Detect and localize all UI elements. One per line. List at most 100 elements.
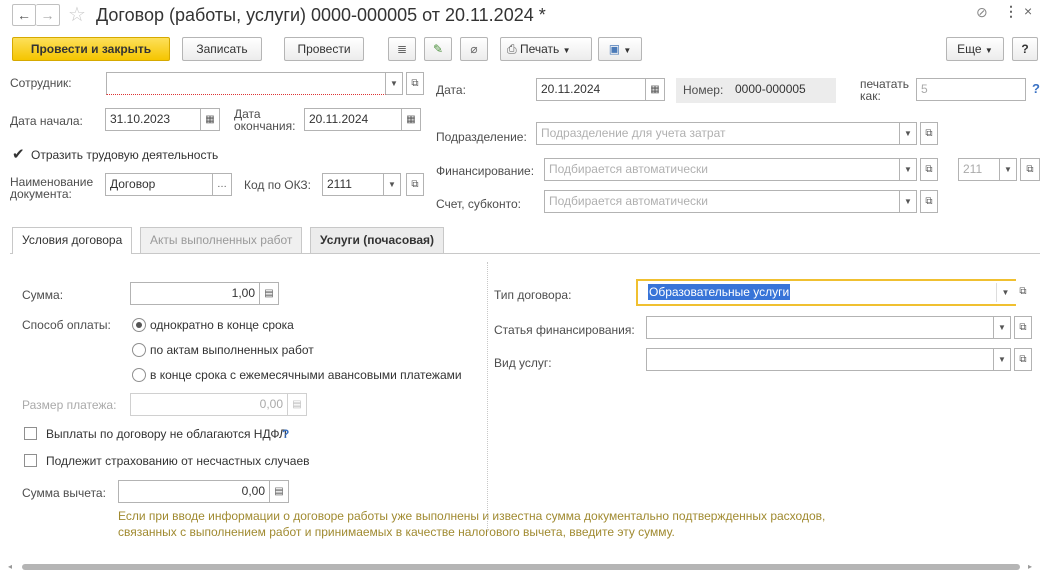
scroll-left-icon[interactable]: ◂ — [8, 562, 12, 571]
deduction-label: Сумма вычета: — [22, 486, 106, 500]
department-open-icon[interactable]: ⧉ — [920, 122, 938, 145]
post-and-close-button[interactable]: Провести и закрыть — [12, 37, 170, 61]
number-field[interactable]: 0000-000005 — [730, 78, 834, 101]
calculator-icon[interactable]: ▤ — [260, 282, 279, 305]
help-icon[interactable]: ? — [282, 427, 289, 441]
okz-label: Код по ОКЗ: — [244, 178, 312, 192]
close-icon[interactable]: × — [1024, 3, 1032, 19]
print-label: Печать — [519, 42, 560, 56]
insurance-label: Подлежит страхованию от несчастных случа… — [46, 454, 310, 468]
doc-name-select-icon[interactable]: … — [213, 173, 232, 196]
start-date-field[interactable]: 31.10.2023 — [105, 108, 201, 131]
funding-code-field[interactable]: 211 — [958, 158, 1000, 181]
insurance-checkbox[interactable] — [24, 454, 37, 467]
calendar-icon[interactable]: ▦ — [402, 108, 421, 131]
pay-option-acts-label: по актам выполненных работ — [150, 343, 314, 357]
doc-name-field[interactable]: Договор — [105, 173, 213, 196]
edit-icon[interactable]: ✎ — [424, 37, 452, 61]
tab-hourly-services[interactable]: Услуги (почасовая) — [310, 227, 445, 253]
end-date-field[interactable]: 20.11.2024 — [304, 108, 402, 131]
post-button[interactable]: Провести — [284, 37, 364, 61]
star-icon[interactable]: ☆ — [68, 2, 86, 27]
service-type-dropdown-icon[interactable]: ▼ — [994, 348, 1011, 371]
okz-dropdown-icon[interactable]: ▼ — [384, 173, 401, 196]
payment-size-label: Размер платежа: — [22, 398, 117, 412]
document-icon[interactable]: ≣ — [388, 37, 416, 61]
department-field[interactable]: Подразделение для учета затрат — [536, 122, 900, 145]
department-dropdown-icon[interactable]: ▼ — [900, 122, 917, 145]
tab-acts[interactable]: Акты выполненных работ — [140, 227, 303, 253]
funding-placeholder: Подбирается автоматически — [549, 162, 708, 176]
department-placeholder: Подразделение для учета затрат — [541, 126, 726, 140]
date-field[interactable]: 20.11.2024 — [536, 78, 646, 101]
calculator-icon[interactable]: ▤ — [288, 393, 307, 416]
funding-article-field[interactable] — [646, 316, 994, 339]
window-title: Договор (работы, услуги) 0000-000005 от … — [96, 5, 546, 25]
help-icon[interactable]: ? — [1032, 81, 1040, 96]
chevron-down-icon: ▼ — [562, 46, 571, 55]
account-field[interactable]: Подбирается автоматически — [544, 190, 900, 213]
calendar-icon[interactable]: ▦ — [646, 78, 665, 101]
pay-option-advance-label: в конце срока с ежемесячными авансовыми … — [150, 368, 462, 382]
create-based-icon: ▣ — [608, 42, 621, 56]
okz-field[interactable]: 2111 — [322, 173, 384, 196]
funding-open-icon[interactable]: ⧉ — [920, 158, 938, 181]
funding-code-open-icon[interactable]: ⧉ — [1020, 158, 1040, 181]
chevron-down-icon: ▼ — [623, 46, 632, 55]
chevron-down-icon: ▼ — [984, 46, 993, 55]
tabs-baseline — [10, 253, 1040, 254]
print-as-label: печатать как: — [860, 77, 909, 103]
save-button[interactable]: Записать — [182, 37, 262, 61]
employee-open-icon[interactable]: ⧉ — [406, 72, 424, 95]
tab-conditions[interactable]: Условия договора — [12, 227, 133, 254]
funding-article-label: Статья финансирования: — [494, 323, 635, 337]
horizontal-scrollbar[interactable] — [22, 564, 1020, 570]
column-divider — [487, 262, 488, 532]
service-type-field[interactable] — [646, 348, 994, 371]
funding-dropdown-icon[interactable]: ▼ — [900, 158, 917, 181]
contract-type-label: Тип договора: — [494, 288, 572, 302]
payment-size-field[interactable]: 0,00 — [130, 393, 288, 416]
account-open-icon[interactable]: ⧉ — [920, 190, 938, 213]
scroll-right-icon[interactable]: ▸ — [1028, 562, 1032, 571]
contract-type-dropdown-icon[interactable]: ▼ — [996, 283, 1014, 302]
no-ndfl-checkbox[interactable] — [24, 427, 37, 440]
funding-field[interactable]: Подбирается автоматически — [544, 158, 900, 181]
employee-field[interactable] — [106, 72, 386, 95]
create-based-button[interactable]: ▣ ▼ — [598, 37, 642, 61]
account-dropdown-icon[interactable]: ▼ — [900, 190, 917, 213]
reflect-labor-checkbox[interactable]: ✔ — [12, 147, 25, 162]
contract-type-field[interactable]: Образовательные услуги — [636, 279, 1016, 306]
deduction-field[interactable]: 0,00 — [118, 480, 270, 503]
pay-option-advance-radio[interactable] — [132, 368, 146, 382]
funding-article-dropdown-icon[interactable]: ▼ — [994, 316, 1011, 339]
funding-article-open-icon[interactable]: ⧉ — [1014, 316, 1032, 339]
pay-option-once-radio[interactable] — [132, 318, 146, 332]
no-ndfl-label: Выплаты по договору не облагаются НДФЛ — [46, 427, 287, 441]
contract-type-open-icon[interactable]: ⧉ — [1014, 281, 1032, 304]
service-type-open-icon[interactable]: ⧉ — [1014, 348, 1032, 371]
link-icon[interactable]: ⊘ — [976, 4, 988, 21]
sum-field[interactable]: 1,00 — [130, 282, 260, 305]
employee-dropdown-icon[interactable]: ▼ — [386, 72, 403, 95]
print-button[interactable]: ⎙ Печать ▼ — [500, 37, 592, 61]
print-as-field[interactable]: 5 — [916, 78, 1026, 101]
employee-label: Сотрудник: — [10, 76, 72, 90]
forward-button[interactable]: → — [36, 4, 60, 26]
calendar-icon[interactable]: ▦ — [201, 108, 220, 131]
pay-option-acts-radio[interactable] — [132, 343, 146, 357]
date-label: Дата: — [436, 83, 466, 97]
funding-code-dropdown-icon[interactable]: ▼ — [1000, 158, 1017, 181]
sum-label: Сумма: — [22, 288, 64, 302]
funding-label: Финансирование: — [436, 164, 535, 178]
back-button[interactable]: ← — [12, 4, 36, 26]
reflect-labor-label: Отразить трудовую деятельность — [31, 148, 219, 162]
help-button[interactable]: ? — [1012, 37, 1038, 61]
attach-icon[interactable]: ⌀ — [460, 37, 488, 61]
okz-open-icon[interactable]: ⧉ — [406, 173, 424, 196]
doc-name-label: Наименование документа: — [10, 175, 94, 201]
menu-dots-icon[interactable]: ⋮ — [1004, 3, 1018, 20]
calculator-icon[interactable]: ▤ — [270, 480, 289, 503]
more-button[interactable]: Еще ▼ — [946, 37, 1004, 61]
pay-option-once-label: однократно в конце срока — [150, 318, 294, 332]
